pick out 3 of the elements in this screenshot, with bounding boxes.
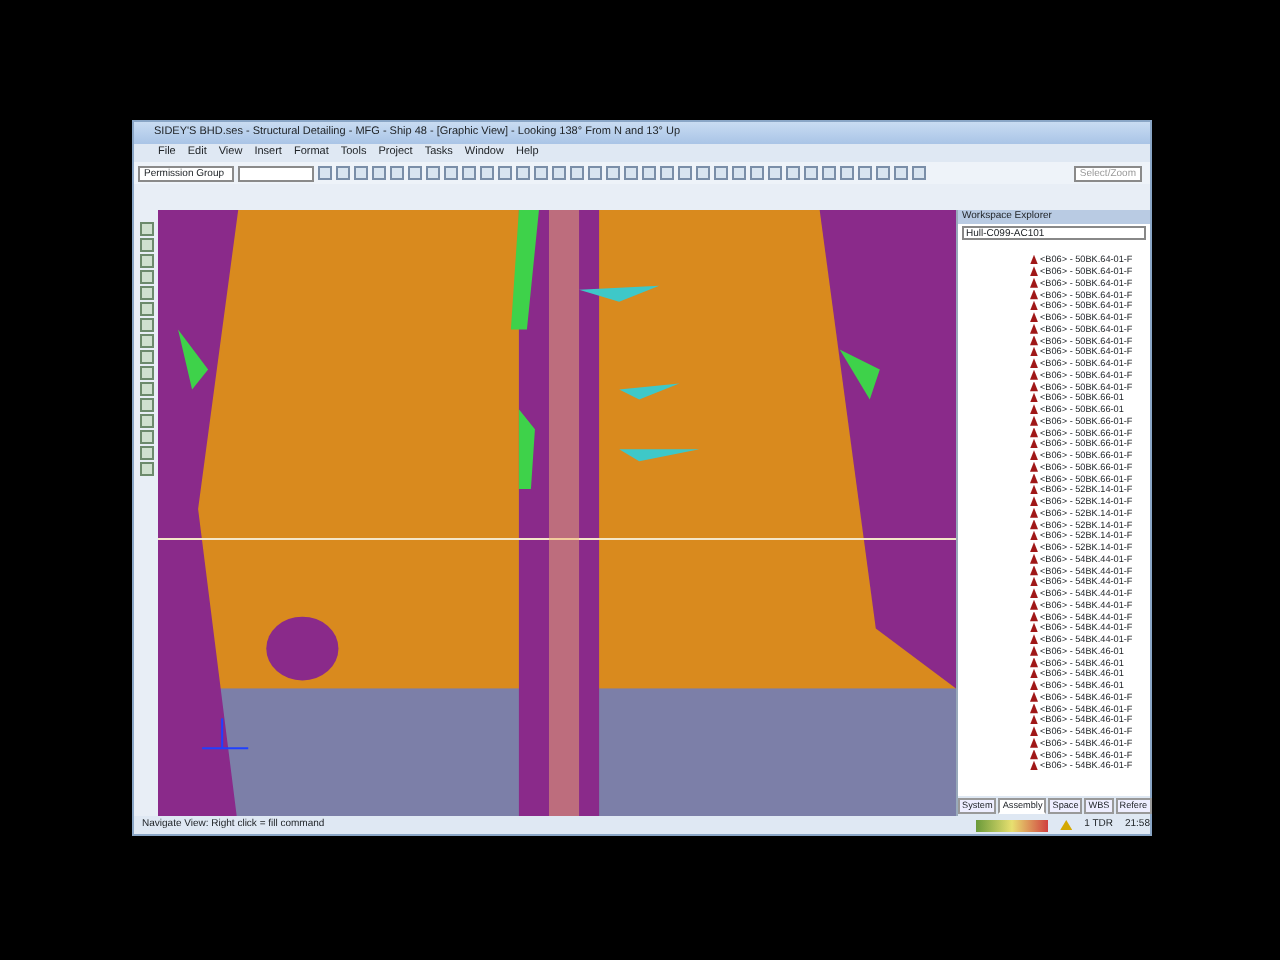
color-scale-bar [976,819,1049,831]
warning-icon [1060,820,1073,830]
combo-field[interactable] [238,165,314,181]
